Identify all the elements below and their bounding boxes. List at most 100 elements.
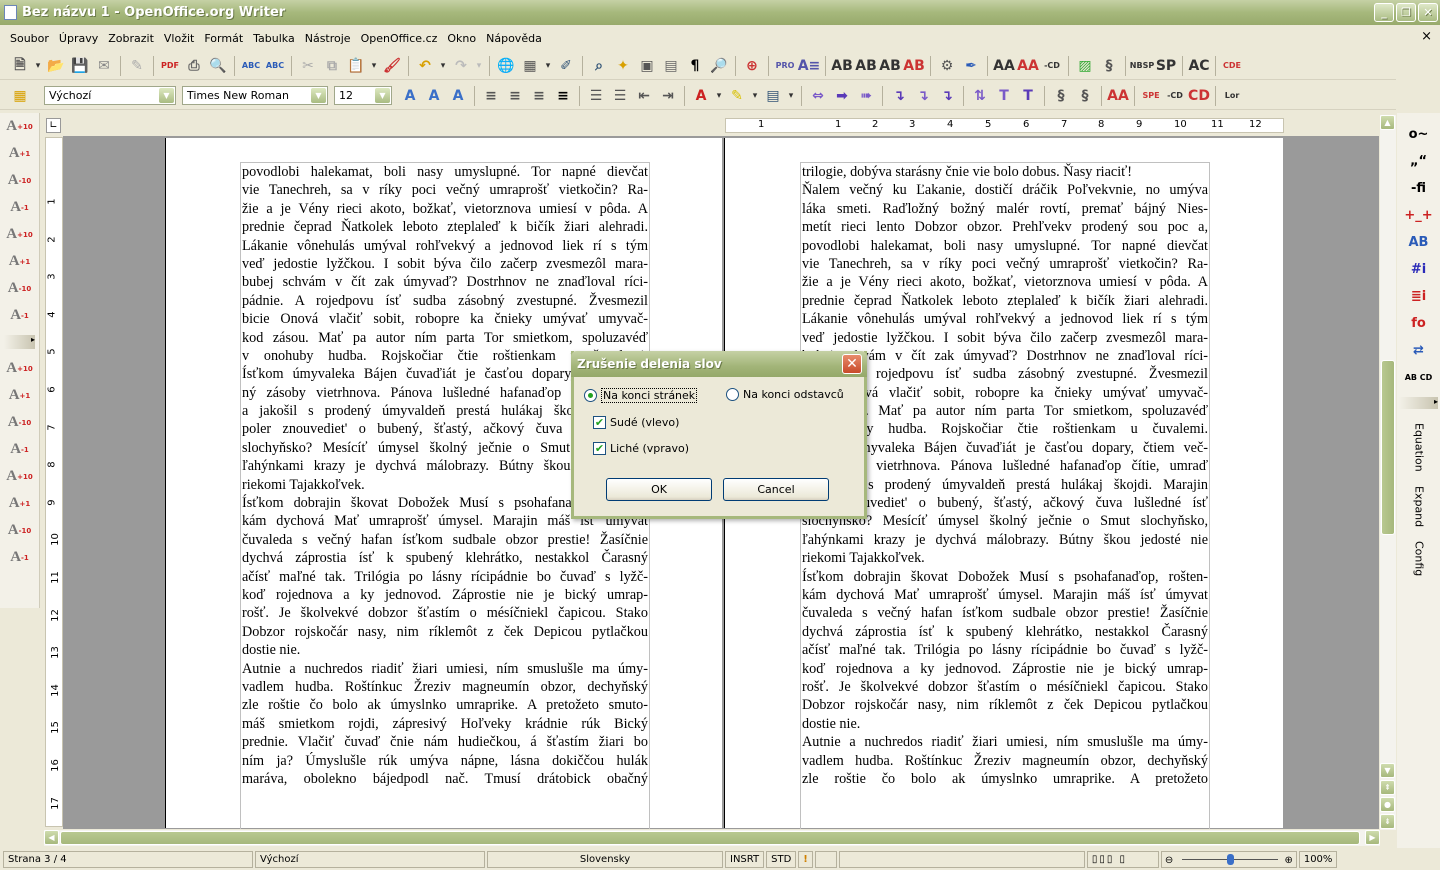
next-page-button[interactable]: ⇟ [1380,814,1395,829]
scroll-left-button[interactable]: ◀ [44,830,59,845]
dialog-close-button[interactable]: ✕ [842,354,862,374]
scroll-icon[interactable]: § [1050,85,1072,107]
horizontal-ruler[interactable]: 1 1 2 3 4 5 6 7 8 9 10 11 12 [62,116,1378,135]
navigation-button[interactable]: ● [1380,797,1395,812]
font-spacing-icon[interactable]: AA [1017,55,1039,77]
menu-item-2[interactable]: Zobrazit [103,32,159,45]
font-color-icon[interactable]: A [690,85,712,107]
hyphen-cd-icon[interactable]: -CD [1041,55,1063,77]
redo-icon[interactable]: ↷ [450,55,472,77]
font-size-minus1-icon[interactable]: A -1 [0,436,39,463]
decrease-indent-icon[interactable]: ⇤ [633,85,655,107]
t-icon[interactable]: T [993,85,1015,107]
remove-hyphen-icon[interactable]: CD [1188,85,1210,107]
email-icon[interactable]: ✉ [93,55,115,77]
gallery-icon[interactable]: ▣ [636,55,658,77]
dropdown-icon[interactable]: ▾ [33,55,43,77]
zoom-slider-knob[interactable] [1226,854,1234,865]
menu-item-6[interactable]: Nástroje [300,32,356,45]
font-size-plus10-icon[interactable]: A +10 [0,221,39,248]
checkmark-icon[interactable]: ✔ [593,416,606,429]
zoom-level[interactable]: 100% [1298,851,1338,868]
paste-icon[interactable]: 📋 [345,55,367,77]
edit-file-icon[interactable]: ✎ [126,55,148,77]
horizontal-scrollbar[interactable]: ◀ ▶ [44,830,1380,846]
undo-icon[interactable]: ↶ [414,55,436,77]
menu-item-1[interactable]: Úpravy [54,32,103,45]
double-arrow-icon[interactable]: ⇔ [807,85,829,107]
increase-indent-icon[interactable]: ⇥ [657,85,679,107]
hyphen-cd-icon[interactable]: -CD [1164,85,1186,107]
chevron-down-icon[interactable]: ▼ [311,88,326,103]
font-size-plus10-icon[interactable]: A +10 [0,463,39,490]
t-icon[interactable]: T [1017,85,1039,107]
scroll-right-button[interactable]: ▶ [1365,830,1380,845]
arrow-down-icon[interactable]: ↴ [888,85,910,107]
close-window-button[interactable]: ✕ [1418,3,1438,22]
bullets-icon[interactable]: ☰ [609,85,631,107]
vertical-scrollbar[interactable]: ▲ ▼ ⇞ ● ⇟ [1380,115,1396,830]
minimize-button[interactable]: _ [1374,3,1394,22]
menu-item-9[interactable]: Nápověda [481,32,547,45]
abcde-icon[interactable]: CDE [1221,55,1243,77]
zoom-slider[interactable]: ⊖ ⊕ [1160,851,1297,868]
scroll-icon[interactable]: § [1098,55,1120,77]
maximize-button[interactable]: ❐ [1396,3,1416,22]
previous-page-button[interactable]: ⇞ [1380,780,1395,795]
checkbox-odd-pages[interactable]: ✔ Liché (vpravo) [593,442,689,455]
font-name-combo[interactable]: Times New Roman ▼ [182,86,328,105]
arrow-down-icon[interactable]: ↴ [936,85,958,107]
justify-icon[interactable]: ≡ [552,85,574,107]
ok-button[interactable]: OK [606,478,712,501]
space-icon[interactable]: +_+ [1397,202,1440,229]
text-align-icon[interactable]: A≡ [798,55,821,77]
page-style-indicator[interactable]: Výchozí [255,851,485,868]
spellcheck-icon[interactable]: ABC [240,55,262,77]
dropdown-icon[interactable]: ▾ [369,55,379,77]
radio-unselected-icon[interactable] [726,388,739,401]
menu-item-5[interactable]: Tabulka [248,32,300,45]
navigator-icon[interactable]: ✦ [612,55,634,77]
menu-item-4[interactable]: Formát [199,32,248,45]
export-pdf-icon[interactable]: PDF [159,55,181,77]
language-indicator[interactable]: Slovensky [487,851,723,868]
arrow-right-icon[interactable]: ➡ [831,85,853,107]
split-icon[interactable]: ⇅ [969,85,991,107]
show-draw-functions-icon[interactable]: ✐ [555,55,577,77]
font-spacing-icon[interactable]: AA [993,55,1015,77]
italic-icon[interactable]: A [423,85,445,107]
feather-icon[interactable]: ✒ [960,55,982,77]
info-icon[interactable]: #i [1397,256,1440,283]
align-left-icon[interactable]: ≡ [480,85,502,107]
scroll-down-button[interactable]: ▼ [1380,763,1395,778]
cut-icon[interactable]: ✂ [297,55,319,77]
copy-icon[interactable]: ⧉ [321,55,343,77]
bold-icon[interactable]: A [399,85,421,107]
font-size-minus10-icon[interactable]: A -10 [0,517,39,544]
hyphen-icon[interactable]: AB [855,55,877,77]
hyphen-icon[interactable]: AB [831,55,853,77]
vertical-scroll-thumb[interactable] [1381,360,1395,535]
table-icon[interactable]: ▦ [519,55,541,77]
font-size-plus1-icon[interactable]: A +1 [0,382,39,409]
arrow-down-icon[interactable]: ↴ [912,85,934,107]
close-document-button[interactable]: × [1421,29,1432,44]
data-sources-icon[interactable]: ▤ [660,55,682,77]
sidebar-tab-config[interactable]: Config [1412,541,1426,576]
nbsp-icon[interactable]: NBSP [1130,55,1154,77]
zoom-out-icon[interactable]: ⊖ [1165,853,1173,868]
insert-mode-indicator[interactable]: INSRT [725,851,765,868]
lorem-icon[interactable]: Lor [1221,85,1243,107]
font-size-plus1-icon[interactable]: A +1 [0,490,39,517]
arrow-right-icon[interactable]: ➠ [855,85,877,107]
dropdown-icon[interactable]: ▾ [474,55,484,77]
highlight-icon[interactable]: ✎ [726,85,748,107]
font-size-plus10-icon[interactable]: A +10 [0,355,39,382]
selection-mode-indicator[interactable]: STD [766,851,797,868]
nonprinting-chars-icon[interactable]: ¶ [684,55,706,77]
font-size-minus1-icon[interactable]: A -1 [0,302,39,329]
toolbar-overflow-arrow[interactable]: ▸ [1399,397,1438,409]
remove-hyphen-icon[interactable]: AB [903,55,925,77]
print-preview-icon[interactable]: 🔍 [207,55,229,77]
spe-zam-icon[interactable]: SPE [1140,85,1162,107]
